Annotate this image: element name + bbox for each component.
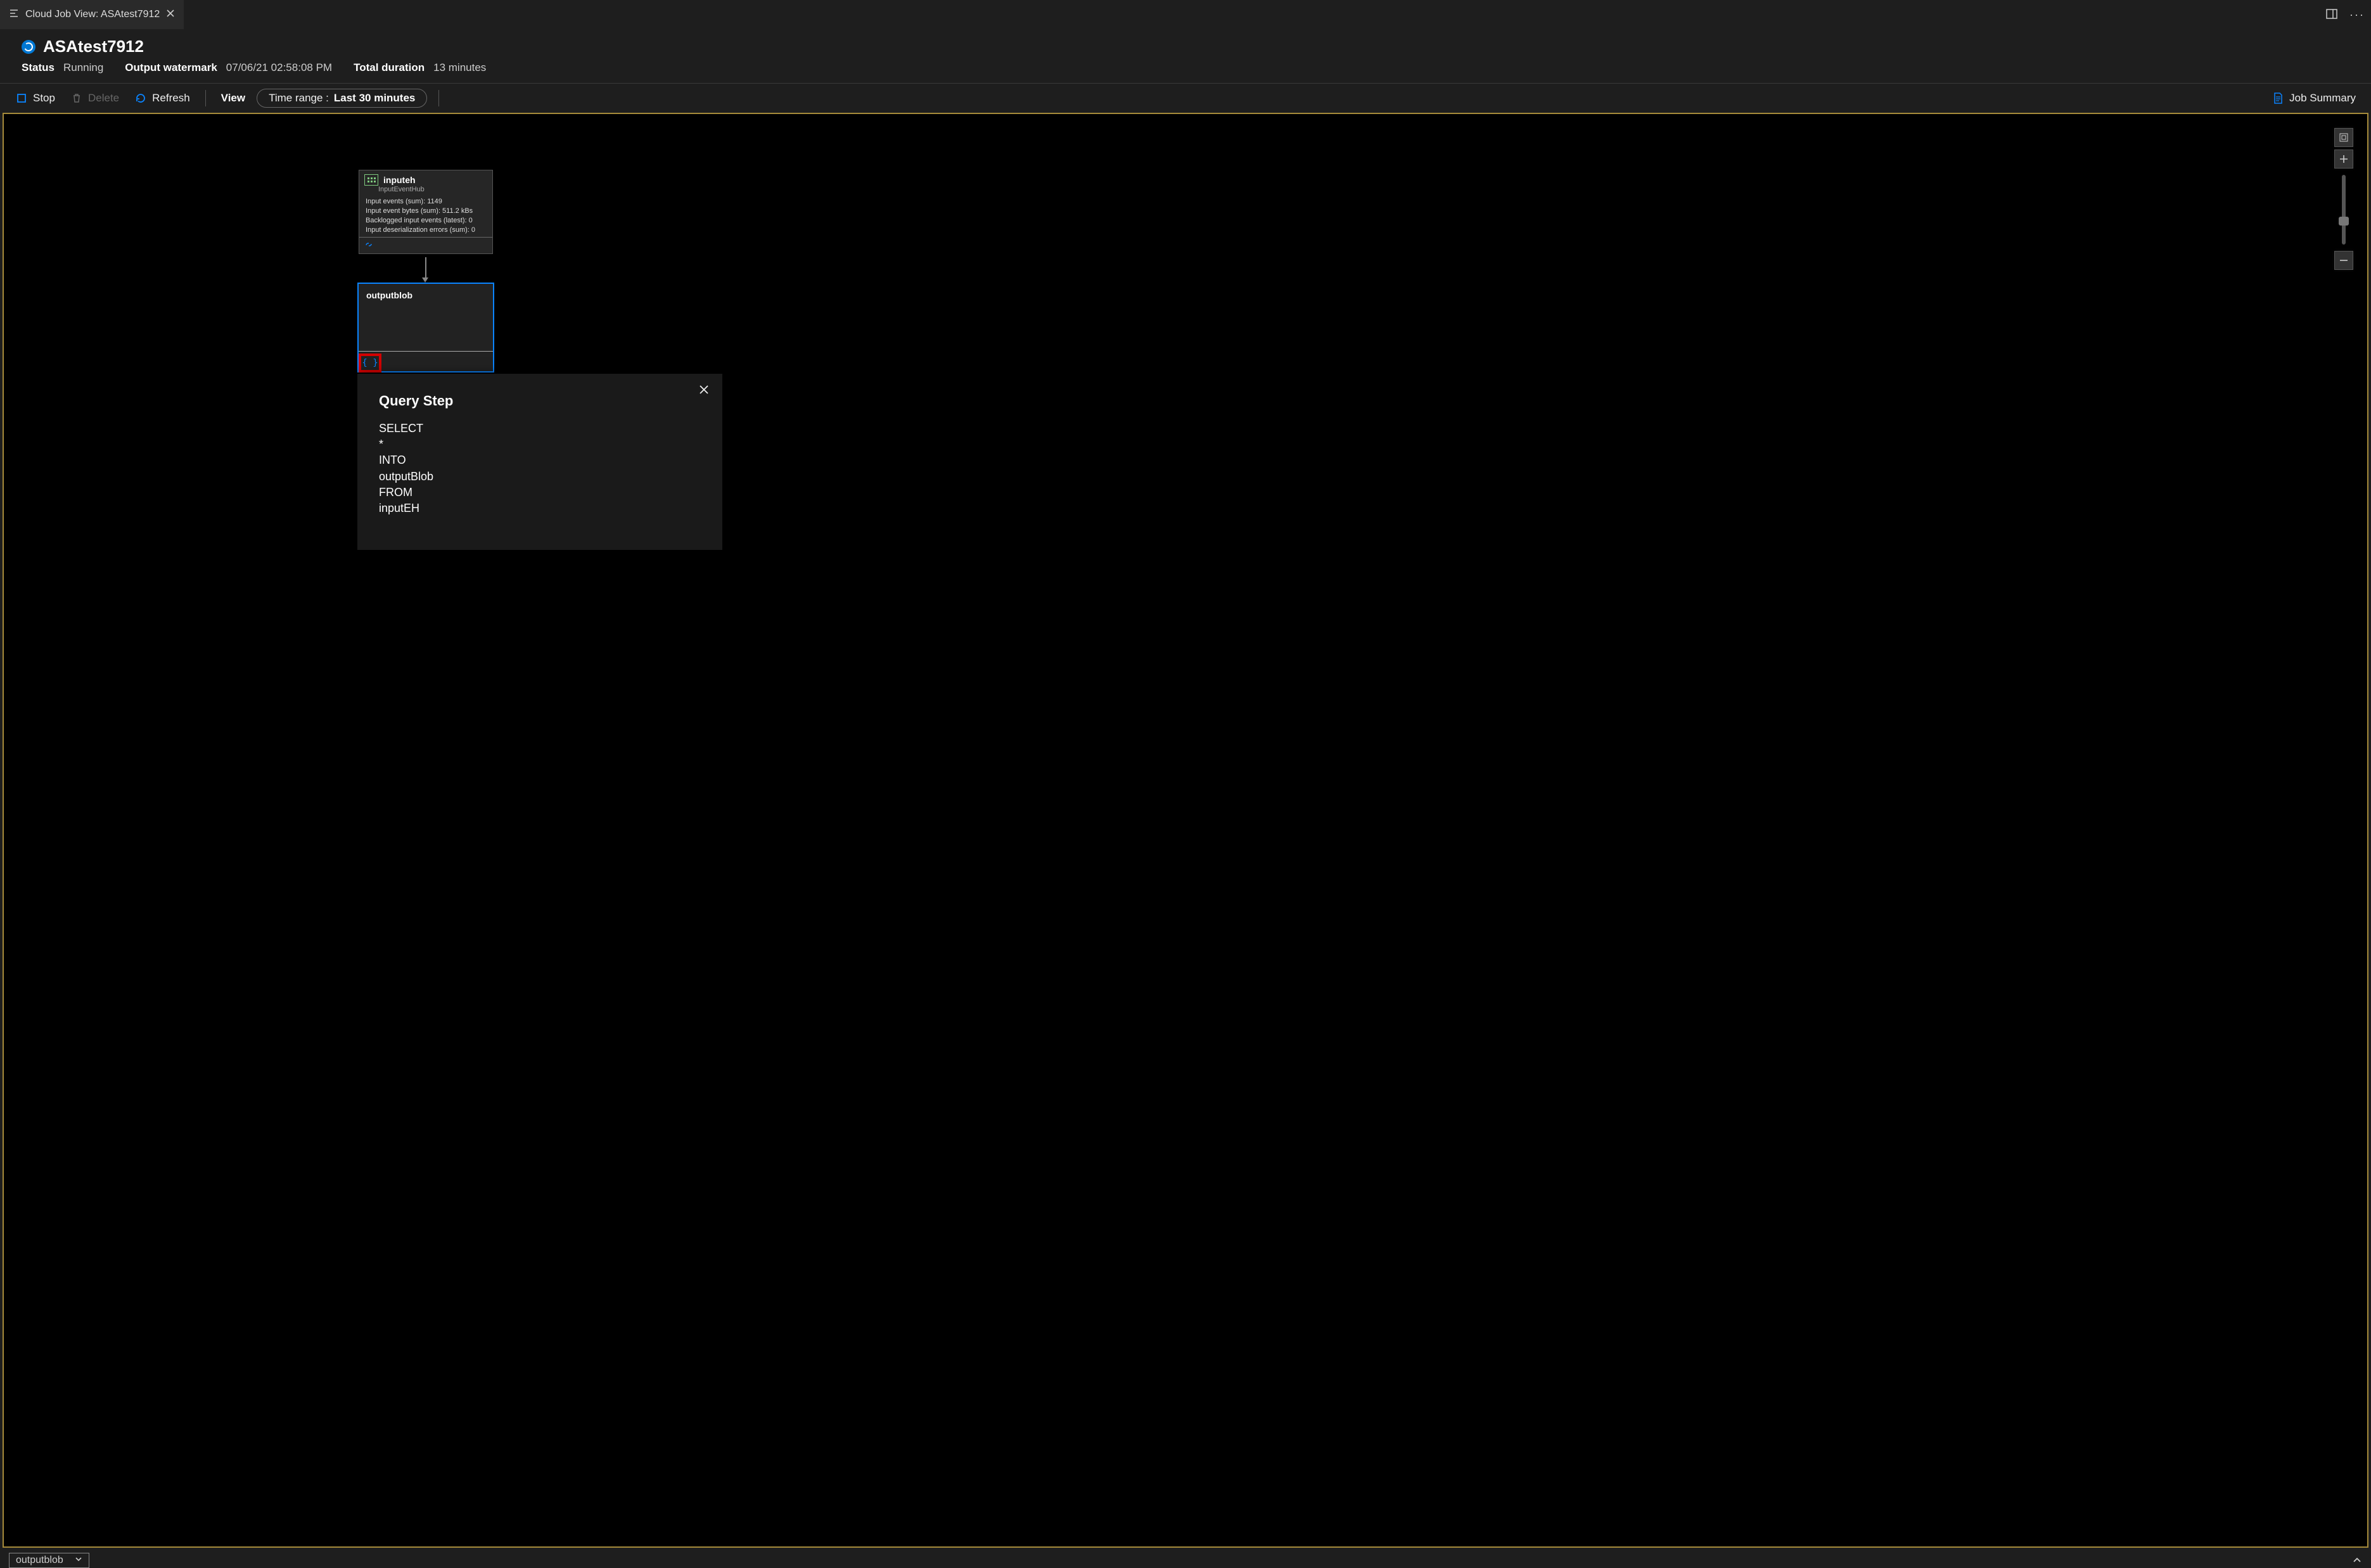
query-text: SELECT * INTO outputBlob FROM inputEH: [379, 421, 701, 516]
duration-label: Total duration: [354, 61, 425, 74]
status-value: Running: [63, 61, 103, 74]
diagram-canvas[interactable]: inputeh InputEventHub Input events (sum)…: [3, 113, 2368, 1548]
view-label: View: [221, 92, 245, 105]
job-icon: [22, 40, 35, 54]
watermark-value: 07/06/21 02:58:08 PM: [226, 61, 332, 74]
separator: [205, 90, 206, 106]
query-line: *: [379, 437, 701, 452]
refresh-button[interactable]: Refresh: [131, 89, 194, 107]
query-step-panel: Query Step SELECT * INTO outputBlob FROM…: [357, 374, 722, 550]
job-summary-label: Job Summary: [2289, 92, 2356, 105]
zoom-slider-thumb[interactable]: [2339, 217, 2349, 226]
job-header: ASAtest7912 Status Running Output waterm…: [0, 29, 2371, 84]
query-line: INTO: [379, 452, 701, 468]
more-actions-icon[interactable]: ···: [2349, 8, 2365, 22]
fit-to-screen-button[interactable]: [2334, 128, 2353, 147]
separator: [438, 90, 439, 106]
document-icon: [2272, 92, 2284, 105]
tab-list-icon: [9, 8, 19, 22]
braces-icon: { }: [362, 358, 378, 368]
editor-tab[interactable]: Cloud Job View: ASAtest7912: [0, 0, 184, 29]
split-editor-icon[interactable]: [2325, 8, 2338, 22]
close-panel-button[interactable]: [698, 384, 710, 397]
output-node-title: outputblob: [366, 290, 412, 300]
metric-row: Input events (sum): 1149: [366, 197, 486, 207]
chevron-down-icon: [75, 1555, 82, 1566]
output-dropdown-label: outputblob: [16, 1555, 63, 1566]
output-dropdown[interactable]: outputblob: [9, 1553, 89, 1568]
zoom-controls: [2334, 128, 2353, 270]
bottom-bar: outputblob: [0, 1550, 2371, 1568]
title-bar: Cloud Job View: ASAtest7912 ···: [0, 0, 2371, 29]
query-line: SELECT: [379, 421, 701, 437]
zoom-out-button[interactable]: [2334, 251, 2353, 270]
time-range-label: Time range :: [269, 92, 329, 105]
script-button-highlighted[interactable]: { }: [359, 354, 381, 373]
edge-arrow: [422, 277, 428, 283]
job-title: ASAtest7912: [43, 37, 144, 56]
close-tab-icon[interactable]: [166, 9, 175, 21]
trash-icon: [70, 92, 83, 105]
duration-value: 13 minutes: [433, 61, 486, 74]
watermark-label: Output watermark: [125, 61, 217, 74]
stop-label: Stop: [33, 92, 55, 105]
refresh-label: Refresh: [152, 92, 190, 105]
query-line: inputEH: [379, 500, 701, 516]
stop-icon: [15, 92, 28, 105]
zoom-slider[interactable]: [2342, 175, 2346, 245]
link-icon[interactable]: [364, 241, 373, 251]
expand-panel-button[interactable]: [2352, 1555, 2362, 1567]
time-range-value: Last 30 minutes: [334, 92, 416, 105]
edge: [425, 257, 426, 279]
input-node[interactable]: inputeh InputEventHub Input events (sum)…: [359, 170, 493, 254]
input-node-title: inputeh: [383, 175, 416, 185]
metric-row: Backlogged input events (latest): 0: [366, 216, 486, 226]
metric-row: Input event bytes (sum): 511.2 kBs: [366, 207, 486, 216]
input-node-metrics: Input events (sum): 1149 Input event byt…: [359, 193, 492, 237]
zoom-in-button[interactable]: [2334, 150, 2353, 169]
delete-button[interactable]: Delete: [67, 89, 123, 107]
query-line: outputBlob: [379, 469, 701, 485]
view-button[interactable]: View: [217, 89, 249, 107]
tab-title: Cloud Job View: ASAtest7912: [25, 9, 160, 20]
toolbar: Stop Delete Refresh View Time range : L: [0, 84, 2371, 113]
eventhub-icon: [364, 174, 378, 186]
status-label: Status: [22, 61, 54, 74]
refresh-icon: [134, 92, 147, 105]
time-range-selector[interactable]: Time range : Last 30 minutes: [257, 89, 427, 108]
delete-label: Delete: [88, 92, 119, 105]
metric-row: Input deserialization errors (sum): 0: [366, 226, 486, 235]
query-panel-title: Query Step: [379, 393, 701, 409]
query-line: FROM: [379, 485, 701, 500]
input-node-subtype: InputEventHub: [378, 186, 492, 193]
stop-button[interactable]: Stop: [11, 89, 59, 107]
job-summary-button[interactable]: Job Summary: [2268, 89, 2360, 107]
